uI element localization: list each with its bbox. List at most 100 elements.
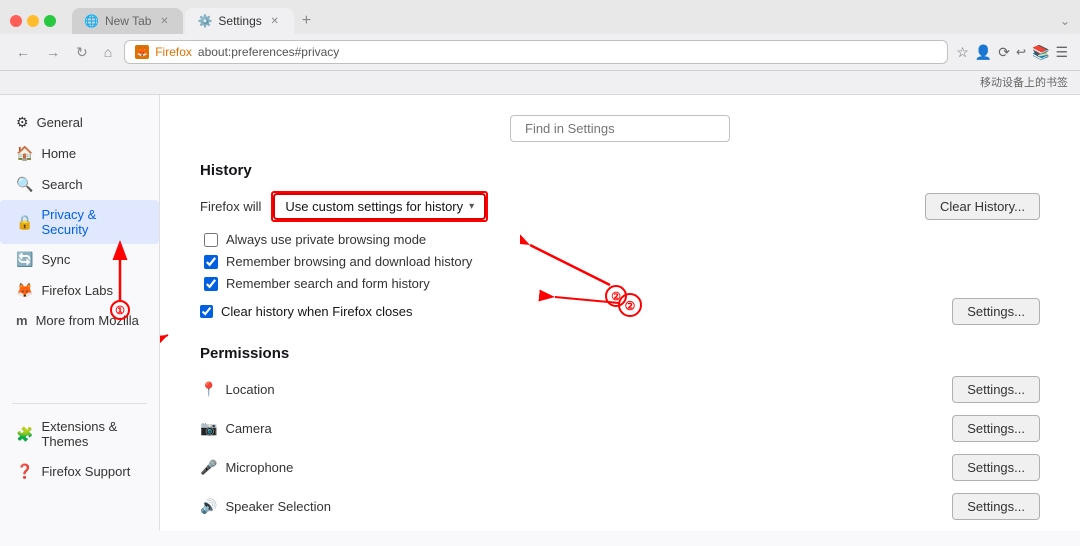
sidebar-item-privacy[interactable]: 🔒 Privacy & Security — [0, 200, 159, 244]
back-button[interactable]: ← — [12, 42, 34, 62]
sidebar-label-mozilla: More from Mozilla — [36, 313, 139, 328]
perm-location-label: Location — [225, 382, 274, 397]
bookmark-text: 移动设备上的书签 — [980, 77, 1068, 89]
find-input[interactable] — [510, 115, 730, 142]
lock-icon: 🔒 — [16, 214, 33, 231]
perm-speaker-label: Speaker Selection — [225, 499, 331, 514]
history-settings-button[interactable]: Settings... — [952, 298, 1040, 325]
tab-new-tab[interactable]: 🌐 New Tab ✕ — [72, 8, 183, 34]
sidebar-item-extensions[interactable]: 🧩 Extensions & Themes — [0, 412, 159, 456]
sidebar-label-general: General — [37, 115, 83, 130]
camera-settings-button[interactable]: Settings... — [952, 415, 1040, 442]
sidebar-item-support[interactable]: ❓ Firefox Support — [0, 456, 159, 487]
speaker-icon: 🔊 — [200, 498, 217, 515]
history-label: Firefox will — [200, 199, 261, 214]
custom-history-dropdown-highlight: Use custom settings for history ▾ — [271, 191, 488, 222]
nav-bar: ← → ↻ ⌂ 🦊 Firefox about:preferences#priv… — [0, 34, 1080, 71]
reload-button[interactable]: ↻ — [72, 42, 92, 63]
tab-close-icon[interactable]: ✕ — [157, 14, 171, 28]
sidebar-label-search: Search — [41, 177, 82, 192]
perm-camera-row: 📷 Camera Settings... — [200, 413, 1040, 444]
nav-icon-group: ☆ 👤 ⟳ ↩ 📚 ☰ — [956, 44, 1068, 61]
tab-label: New Tab — [105, 14, 151, 28]
sidebar-item-general[interactable]: ⚙ General — [0, 107, 159, 138]
location-icon: 📍 — [200, 381, 217, 398]
camera-icon: 📷 — [200, 420, 217, 437]
sidebar: ⚙ General 🏠 Home 🔍 Search 🔒 Privacy & Se… — [0, 95, 160, 531]
home-button[interactable]: ⌂ — [100, 42, 116, 62]
sidebar-divider — [12, 403, 147, 404]
forward-button[interactable]: → — [42, 42, 64, 62]
sidebar-label-labs: Firefox Labs — [41, 283, 113, 298]
perm-camera-left: 📷 Camera — [200, 420, 272, 437]
tab-settings[interactable]: ⚙️ Settings ✕ — [185, 8, 293, 34]
address-url: about:preferences#privacy — [198, 45, 339, 59]
labs-icon: 🦊 — [16, 282, 33, 299]
checkbox-private: Always use private browsing mode — [200, 232, 1040, 247]
sidebar-item-sync[interactable]: 🔄 Sync — [0, 244, 159, 275]
clear-history-row: Clear history when Firefox closes Settin… — [200, 298, 1040, 325]
history-dropdown[interactable]: Use custom settings for history ▾ — [273, 193, 486, 220]
sidebar-item-mozilla[interactable]: m More from Mozilla — [0, 306, 159, 335]
perm-location-left: 📍 Location — [200, 381, 275, 398]
close-button[interactable] — [10, 15, 22, 27]
perm-notifications-row: 🔔 Notifications Learn more Settings... — [200, 530, 1040, 531]
remember-search-label: Remember search and form history — [226, 276, 430, 291]
sidebar-item-home[interactable]: 🏠 Home — [0, 138, 159, 169]
tab-label: Settings — [218, 14, 261, 28]
sidebar-label-home: Home — [41, 146, 76, 161]
chevron-down-icon: ▾ — [469, 201, 474, 212]
bookmark-bar: 移动设备上的书签 — [0, 71, 1080, 95]
clear-history-checkbox[interactable] — [200, 305, 213, 318]
sidebar-item-search[interactable]: 🔍 Search — [0, 169, 159, 200]
history-mode-row: Firefox will Use custom settings for his… — [200, 191, 1040, 222]
dropdown-label: Use custom settings for history — [285, 199, 463, 214]
tab-close-icon[interactable]: ✕ — [268, 14, 282, 28]
clear-history-button[interactable]: Clear History... — [925, 193, 1040, 220]
sidebar-item-labs[interactable]: 🦊 Firefox Labs — [0, 275, 159, 306]
bookmarks-icon[interactable]: ☆ — [956, 44, 969, 61]
clear-history-left: Clear history when Firefox closes — [200, 304, 412, 319]
search-icon: 🔍 — [16, 176, 33, 193]
sidebar-label-support: Firefox Support — [41, 464, 130, 479]
tab-favicon: ⚙️ — [197, 14, 212, 28]
perm-microphone-row: 🎤 Microphone Settings... — [200, 452, 1040, 483]
traffic-lights — [10, 15, 56, 27]
speaker-settings-button[interactable]: Settings... — [952, 493, 1040, 520]
perm-microphone-left: 🎤 Microphone — [200, 459, 293, 476]
permissions-title: Permissions — [200, 345, 1040, 362]
maximize-button[interactable] — [44, 15, 56, 27]
microphone-settings-button[interactable]: Settings... — [952, 454, 1040, 481]
mozilla-icon: m — [16, 313, 28, 328]
perm-speaker-row: 🔊 Speaker Selection Settings... — [200, 491, 1040, 522]
find-bar — [200, 115, 1040, 142]
browser-chrome: 🌐 New Tab ✕ ⚙️ Settings ✕ + ⌄ ← → ↻ ⌂ � — [0, 0, 1080, 95]
sidebar-label-sync: Sync — [41, 252, 70, 267]
private-browsing-checkbox[interactable] — [204, 233, 218, 247]
back-icon2[interactable]: ↩ — [1016, 45, 1026, 59]
browser-window: 🌐 New Tab ✕ ⚙️ Settings ✕ + ⌄ ← → ↻ ⌂ � — [0, 0, 1080, 546]
remember-browse-label: Remember browsing and download history — [226, 254, 472, 269]
address-bar[interactable]: 🦊 Firefox about:preferences#privacy — [124, 40, 948, 64]
sync-icon2: 🔄 — [16, 251, 33, 268]
minimize-button[interactable] — [27, 15, 39, 27]
permissions-section: Permissions 📍 Location Settings... 📷 Cam… — [200, 345, 1040, 531]
support-icon: ❓ — [16, 463, 33, 480]
remember-search-checkbox[interactable] — [204, 277, 218, 291]
checkbox-remember-browse: Remember browsing and download history — [200, 254, 1040, 269]
location-settings-button[interactable]: Settings... — [952, 376, 1040, 403]
sidebar-label-extensions: Extensions & Themes — [41, 419, 143, 449]
sidebar-label-privacy: Privacy & Security — [41, 207, 143, 237]
perm-microphone-label: Microphone — [225, 460, 293, 475]
library-icon[interactable]: 📚 — [1032, 44, 1049, 61]
history-section: History Firefox will Use custom settings… — [200, 162, 1040, 325]
title-bar: 🌐 New Tab ✕ ⚙️ Settings ✕ + ⌄ — [0, 0, 1080, 34]
window-menu-icon[interactable]: ⌄ — [1060, 14, 1070, 28]
menu-icon[interactable]: ☰ — [1055, 44, 1068, 61]
perm-speaker-left: 🔊 Speaker Selection — [200, 498, 331, 515]
remember-browse-checkbox[interactable] — [204, 255, 218, 269]
new-tab-button[interactable]: + — [296, 8, 317, 34]
private-browsing-label: Always use private browsing mode — [226, 232, 426, 247]
account-icon[interactable]: 👤 — [975, 44, 992, 61]
sync-icon[interactable]: ⟳ — [998, 44, 1010, 61]
